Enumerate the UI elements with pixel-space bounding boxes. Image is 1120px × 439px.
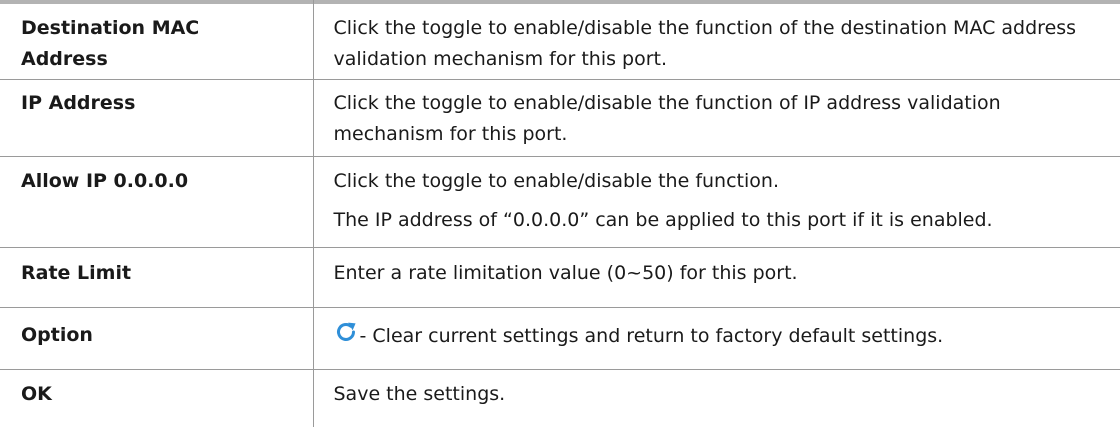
description-text: The IP address of “0.0.0.0” can be appli… xyxy=(333,209,993,231)
description-text: Enter a rate limitation value (0~50) for… xyxy=(333,262,798,284)
term-rate-limit: Rate Limit xyxy=(21,262,132,284)
term-allow-ip: Allow IP 0.0.0.0 xyxy=(21,170,189,192)
table-row: Destination MAC Address Click the toggle… xyxy=(0,0,1120,80)
table-row: OK Save the settings. xyxy=(0,369,1120,427)
description-text: Click the toggle to enable/disable the f… xyxy=(333,17,1077,70)
table-row: IP Address Click the toggle to enable/di… xyxy=(0,79,1120,157)
term-ip-address: IP Address xyxy=(21,92,136,114)
description-text: Save the settings. xyxy=(333,383,506,405)
description-text: Click the toggle to enable/disable the f… xyxy=(333,92,1001,145)
term-option: Option xyxy=(21,324,93,346)
term-ok: OK xyxy=(21,383,52,405)
term-destination-mac-address: Destination MAC Address xyxy=(21,17,200,70)
description-text: Click the toggle to enable/disable the f… xyxy=(333,170,779,192)
description-text: - Clear current settings and return to f… xyxy=(359,325,944,347)
refresh-icon xyxy=(334,320,358,344)
settings-description-table: Destination MAC Address Click the toggle… xyxy=(0,0,1120,427)
table-row: Option - Clear current settings and retu… xyxy=(0,307,1120,370)
table-row: Allow IP 0.0.0.0 Click the toggle to ena… xyxy=(0,156,1120,248)
table-row: Rate Limit Enter a rate limitation value… xyxy=(0,247,1120,308)
